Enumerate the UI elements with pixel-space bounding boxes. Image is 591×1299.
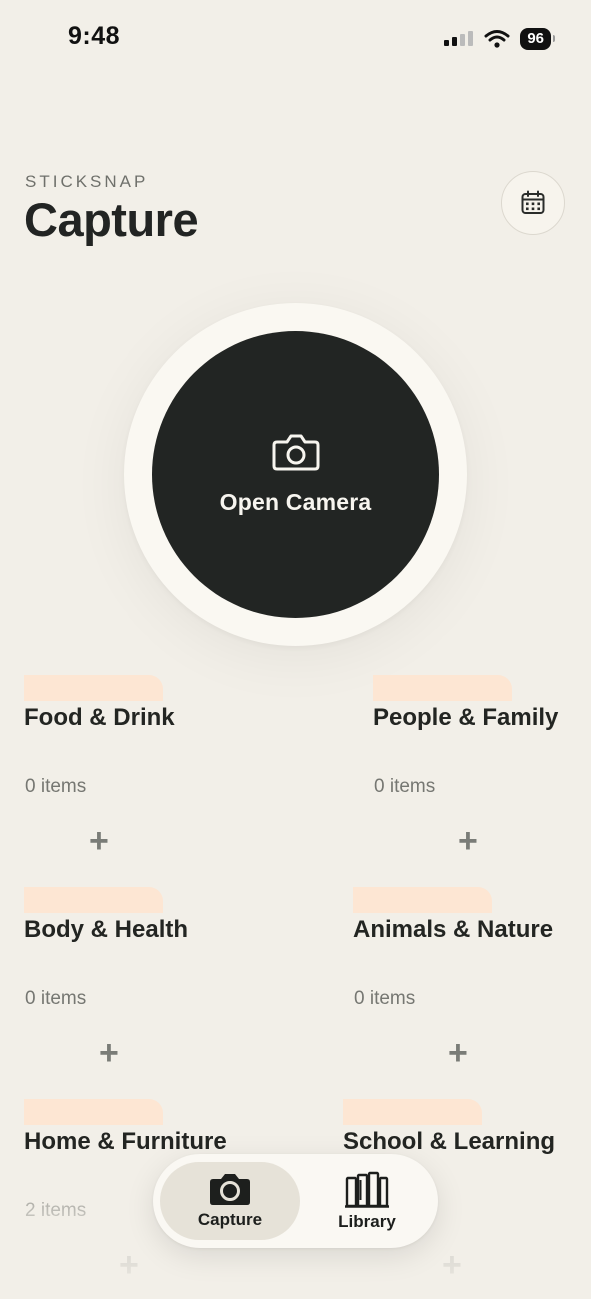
tab-label: Capture <box>197 1210 263 1229</box>
category-people-family[interactable]: People & Family 0 items + <box>373 675 591 875</box>
calendar-button[interactable] <box>501 171 565 235</box>
category-count: 0 items <box>25 988 87 1009</box>
camera-icon <box>272 434 319 471</box>
tab-bar: Capture Library <box>153 1154 438 1248</box>
category-count: 0 items <box>374 776 436 797</box>
category-body-health[interactable]: Body & Health 0 items + <box>24 887 264 1087</box>
battery-indicator: 96 <box>520 28 555 50</box>
category-name: Animals & Nature <box>353 916 554 943</box>
category-name: Body & Health <box>24 916 189 943</box>
add-item-button[interactable]: + <box>442 1248 462 1282</box>
status-time: 9:48 <box>68 22 121 50</box>
camera-icon <box>210 1174 250 1205</box>
add-item-button[interactable]: + <box>119 1248 139 1282</box>
category-tab <box>24 675 163 701</box>
calendar-icon <box>521 190 545 214</box>
tab-label: Library <box>338 1212 396 1231</box>
page-title: Capture <box>24 193 199 246</box>
open-camera-button[interactable]: Open Camera <box>152 331 439 618</box>
open-camera-label: Open Camera <box>219 489 372 515</box>
add-item-button[interactable]: + <box>99 1036 119 1070</box>
add-item-button[interactable]: + <box>89 824 109 858</box>
tab-capture[interactable]: Capture <box>160 1162 300 1240</box>
category-name: Food & Drink <box>24 704 175 731</box>
category-count: 2 items <box>25 1200 87 1221</box>
category-food-drink[interactable]: Food & Drink 0 items + <box>24 675 264 875</box>
category-count: 0 items <box>354 988 416 1009</box>
tab-library[interactable]: Library <box>303 1162 431 1240</box>
category-animals-nature[interactable]: Animals & Nature 0 items + <box>353 887 591 1087</box>
category-tab <box>353 887 492 913</box>
category-tab <box>24 887 163 913</box>
category-name: Home & Furniture <box>24 1128 227 1155</box>
category-count: 0 items <box>25 776 87 797</box>
status-icons: 96 <box>444 28 555 50</box>
add-item-button[interactable]: + <box>448 1036 468 1070</box>
wifi-icon <box>484 30 510 48</box>
app-name: STICKSNAP <box>25 172 149 191</box>
category-name: People & Family <box>373 704 559 731</box>
books-icon <box>345 1171 389 1208</box>
category-name: School & Learning <box>343 1128 556 1155</box>
category-tab <box>373 675 512 701</box>
add-item-button[interactable]: + <box>458 824 478 858</box>
category-tab <box>24 1099 163 1125</box>
category-tab <box>343 1099 482 1125</box>
cellular-signal-icon <box>444 31 474 46</box>
